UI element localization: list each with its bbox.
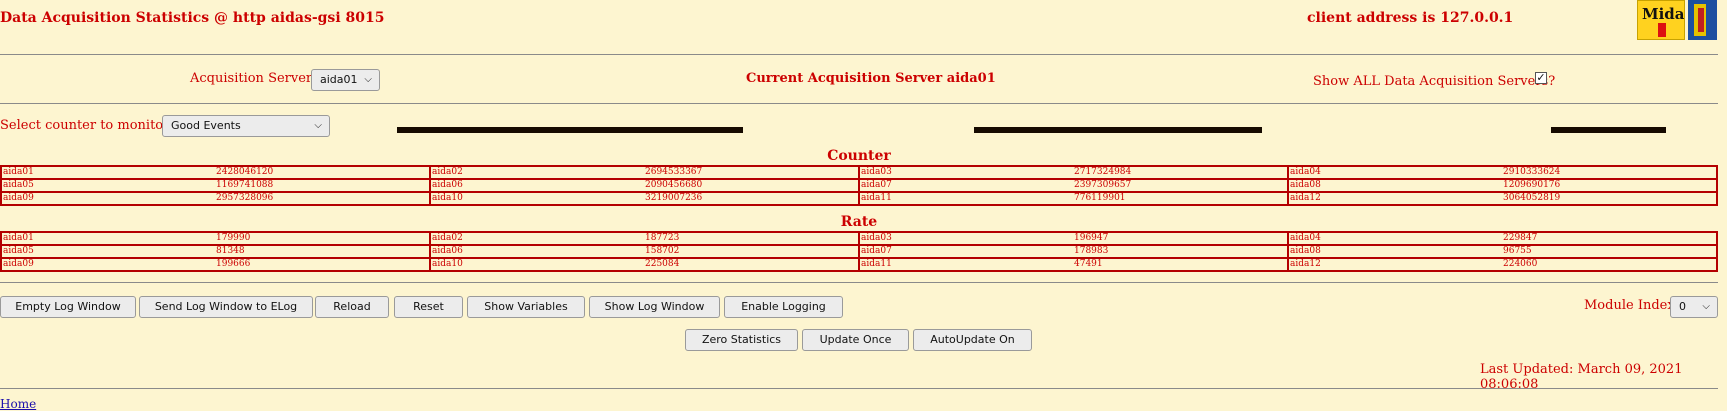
server-value-cell: 96755 <box>1503 246 1532 256</box>
show-all-servers-label: Show ALL Data Acquisition Servers? <box>1313 74 1556 89</box>
server-name-cell: aida03 <box>858 166 1073 179</box>
server-name-cell: aida09 <box>3 259 34 269</box>
server-name-cell: aida01 <box>3 167 34 177</box>
show-variables-button[interactable]: Show Variables <box>467 296 585 318</box>
server-name-cell: aida04 <box>1287 166 1502 179</box>
chevron-down-icon: ⌵ <box>314 120 322 131</box>
server-name-cell: aida03 <box>858 232 1073 245</box>
table-row: aida01 2428046120 aida02 2694533367 aida03 27… <box>1 166 1717 179</box>
server-value-cell: 179990 <box>216 233 251 243</box>
acquisition-server-select[interactable]: aida01 ⌵ <box>311 69 380 91</box>
chevron-down-icon: ⌵ <box>1702 301 1710 312</box>
server-name-cell: aida07 <box>858 245 1073 258</box>
server-name-cell: aida01 <box>3 233 34 243</box>
server-value-cell: 3219007236 <box>645 193 703 203</box>
server-name-cell: aida12 <box>1287 258 1502 271</box>
server-name-cell: aida10 <box>429 258 644 271</box>
server-value-cell: 158702 <box>645 246 680 256</box>
table-row: aida05 1169741088 aida06 2090456680 aida07 23… <box>1 179 1717 192</box>
update-once-button[interactable]: Update Once <box>802 329 909 351</box>
enable-logging-button[interactable]: Enable Logging <box>724 296 843 318</box>
show-all-servers-checkbox[interactable]: ✓ <box>1535 72 1547 84</box>
page-title: Data Acquisition Statistics @ http aidas… <box>0 10 385 26</box>
server-value-cell: 47491 <box>1074 259 1103 269</box>
table-row: aida09 199666 aida10 225084 aida11 47491 aida1… <box>1 258 1717 271</box>
server-value-cell: 196947 <box>1074 233 1109 243</box>
server-value-cell: 199666 <box>216 259 251 269</box>
progress-bar-2 <box>974 127 1262 133</box>
empty-log-button[interactable]: Empty Log Window <box>0 296 136 318</box>
server-value-cell: 2428046120 <box>216 167 274 177</box>
divider-top <box>0 54 1718 55</box>
module-index-value: 0 <box>1679 300 1686 313</box>
server-name-cell: aida02 <box>429 166 644 179</box>
secondary-logo-icon <box>1688 0 1717 40</box>
server-name-cell: aida04 <box>1287 232 1502 245</box>
server-value-cell: 2910333624 <box>1503 167 1561 177</box>
zero-statistics-button[interactable]: Zero Statistics <box>685 329 798 351</box>
server-value-cell: 776119901 <box>1074 193 1126 203</box>
server-name-cell: aida10 <box>429 192 644 205</box>
logo-bar-icon <box>1658 23 1666 37</box>
module-index-select[interactable]: 0 ⌵ <box>1670 296 1718 318</box>
midas-logo: Midas <box>1637 0 1685 40</box>
server-name-cell: aida08 <box>1287 245 1502 258</box>
server-value-cell: 187723 <box>645 233 680 243</box>
server-name-cell: aida07 <box>858 179 1073 192</box>
server-value-cell: 1209690176 <box>1503 180 1561 190</box>
server-value-cell: 2694533367 <box>645 167 703 177</box>
autoupdate-button[interactable]: AutoUpdate On <box>913 329 1032 351</box>
server-name-cell: aida08 <box>1287 179 1502 192</box>
counter-select-value: Good Events <box>171 119 241 132</box>
divider-middle <box>0 103 1718 104</box>
counter-title: Counter <box>827 148 891 164</box>
show-log-window-button[interactable]: Show Log Window <box>589 296 720 318</box>
acquisition-server-value: aida01 <box>320 73 358 86</box>
server-value-cell: 178983 <box>1074 246 1109 256</box>
table-row: aida05 81348 aida06 158702 aida07 178983 aida0… <box>1 245 1717 258</box>
server-value-cell: 3064052819 <box>1503 193 1561 203</box>
server-value-cell: 2090456680 <box>645 180 703 190</box>
server-name-cell: aida12 <box>1287 192 1502 205</box>
server-value-cell: 2957328096 <box>216 193 274 203</box>
server-name-cell: aida05 <box>3 246 34 256</box>
counter-select-label: Select counter to monitor <box>0 118 170 133</box>
server-name-cell: aida06 <box>429 245 644 258</box>
server-value-cell: 229847 <box>1503 233 1538 243</box>
server-value-cell: 224060 <box>1503 259 1538 269</box>
acquisition-servers-label: Acquisition Servers <box>190 71 319 86</box>
reset-button[interactable]: Reset <box>394 296 463 318</box>
server-name-cell: aida09 <box>3 193 34 203</box>
server-name-cell: aida06 <box>429 179 644 192</box>
server-name-cell: aida02 <box>429 232 644 245</box>
chevron-down-icon: ⌵ <box>364 74 372 85</box>
server-value-cell: 81348 <box>216 246 245 256</box>
server-value-cell: 225084 <box>645 259 680 269</box>
counter-table: aida01 2428046120 aida02 2694533367 aida03 27… <box>0 165 1718 206</box>
rate-table: aida01 179990 aida02 187723 aida03 196947 aida… <box>0 231 1718 272</box>
client-address: client address is 127.0.0.1 <box>1307 10 1514 26</box>
counter-select[interactable]: Good Events ⌵ <box>162 115 330 137</box>
rate-title: Rate <box>840 214 878 230</box>
server-value-cell: 2397309657 <box>1074 180 1132 190</box>
server-name-cell: aida11 <box>858 258 1073 271</box>
divider-lower <box>0 282 1718 283</box>
server-name-cell: aida05 <box>3 180 34 190</box>
divider-bottom <box>0 388 1718 389</box>
progress-bar-1 <box>397 127 743 133</box>
table-row: aida01 179990 aida02 187723 aida03 196947 aida… <box>1 232 1717 245</box>
current-server-label: Current Acquisition Server aida01 <box>746 71 996 86</box>
reload-button[interactable]: Reload <box>315 296 389 318</box>
send-log-to-elog-button[interactable]: Send Log Window to ELog <box>139 296 313 318</box>
module-index-label: Module Index <box>1584 298 1675 313</box>
table-row: aida09 2957328096 aida10 3219007236 aida11 77… <box>1 192 1717 205</box>
server-value-cell: 2717324984 <box>1074 167 1132 177</box>
server-name-cell: aida11 <box>858 192 1073 205</box>
progress-bar-3 <box>1551 127 1666 133</box>
logo-text: Midas <box>1642 5 1685 23</box>
server-value-cell: 1169741088 <box>216 180 274 190</box>
